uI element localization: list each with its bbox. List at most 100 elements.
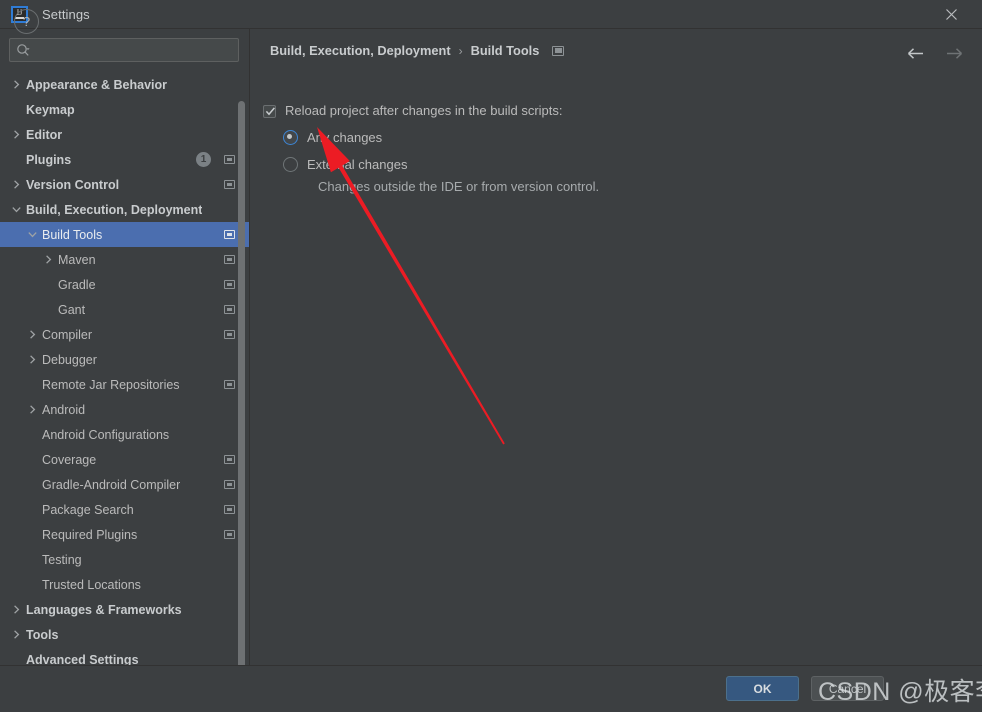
chevron-right-icon[interactable] (10, 178, 23, 191)
sidebar-item-label: Appearance & Behavior (26, 77, 168, 92)
arrow-right-icon[interactable] (942, 42, 966, 64)
chevron-down-icon[interactable] (10, 203, 23, 216)
sidebar-item-label: Android Configurations (42, 427, 170, 442)
sidebar-item-package-search[interactable]: Package Search (0, 497, 249, 522)
sidebar-item-label: Build, Execution, Deployment (26, 202, 203, 217)
sidebar-item-label: Advanced Settings (26, 652, 139, 666)
sidebar-item-compiler[interactable]: Compiler (0, 322, 249, 347)
tree-arrow-placeholder (26, 428, 39, 441)
tree-arrow-placeholder (10, 653, 23, 665)
sidebar-item-android-configurations[interactable]: Android Configurations (0, 422, 249, 447)
sidebar-item-testing[interactable]: Testing (0, 547, 249, 572)
tree-arrow-placeholder (26, 478, 39, 491)
sidebar-item-tools[interactable]: Tools (0, 622, 249, 647)
sidebar-scrollbar-thumb[interactable] (238, 101, 245, 665)
any-changes-radio[interactable] (283, 130, 298, 145)
any-changes-label: Any changes (307, 130, 383, 145)
sidebar-item-gradle-android-compiler[interactable]: Gradle-Android Compiler (0, 472, 249, 497)
sidebar-item-label: Trusted Locations (42, 577, 141, 592)
radio-row-external-changes[interactable]: External changes (283, 157, 972, 172)
reload-project-checkbox-row[interactable]: Reload project after changes in the buil… (263, 103, 972, 118)
sidebar-item-label: Required Plugins (42, 527, 138, 542)
search-icon (16, 43, 31, 58)
breadcrumb: Build, Execution, Deployment › Build Too… (270, 43, 565, 58)
sidebar-item-version-control[interactable]: Version Control (0, 172, 249, 197)
sidebar-item-remote-jar-repositories[interactable]: Remote Jar Repositories (0, 372, 249, 397)
project-settings-icon (224, 505, 235, 514)
project-settings-icon (224, 230, 235, 239)
tree-arrow-placeholder (26, 553, 39, 566)
external-changes-radio[interactable] (283, 157, 298, 172)
breadcrumb-separator-icon: › (458, 43, 463, 58)
csdn-watermark: CSDN @极客李华 (818, 678, 982, 706)
chevron-right-icon[interactable] (10, 128, 23, 141)
sidebar-item-label: Testing (42, 552, 82, 567)
sidebar-item-plugins[interactable]: Plugins 1 (0, 147, 249, 172)
sidebar-item-label: Languages & Frameworks (26, 602, 182, 617)
sidebar-item-maven[interactable]: Maven (0, 247, 249, 272)
help-button[interactable]: ? (14, 9, 39, 34)
sidebar-item-languages-frameworks[interactable]: Languages & Frameworks (0, 597, 249, 622)
sidebar-item-required-plugins[interactable]: Required Plugins (0, 522, 249, 547)
sidebar-item-advanced-settings[interactable]: Advanced Settings (0, 647, 249, 666)
sidebar-item-label: Gradle (58, 277, 96, 292)
tree-arrow-placeholder (26, 578, 39, 591)
sidebar-item-label: Editor (26, 127, 63, 142)
sidebar-item-label: Tools (26, 627, 59, 642)
sidebar-item-label: Version Control (26, 177, 120, 192)
sidebar-item-badge: 1 (196, 152, 211, 167)
radio-row-any-changes[interactable]: Any changes (283, 130, 972, 145)
project-settings-icon (224, 155, 235, 164)
project-settings-icon (224, 330, 235, 339)
project-settings-icon (224, 530, 235, 539)
project-settings-icon (224, 180, 235, 189)
sidebar-item-build-execution-deployment[interactable]: Build, Execution, Deployment (0, 197, 249, 222)
sidebar-item-label: Remote Jar Repositories (42, 377, 180, 392)
sidebar-item-android[interactable]: Android (0, 397, 249, 422)
sidebar-item-coverage[interactable]: Coverage (0, 447, 249, 472)
search-container (0, 29, 249, 62)
arrow-left-icon[interactable] (904, 42, 928, 64)
window-title-bar: IJ Settings (0, 0, 982, 29)
chevron-right-icon[interactable] (26, 328, 39, 341)
sidebar-item-label: Plugins (26, 152, 72, 167)
chevron-right-icon[interactable] (42, 253, 55, 266)
sidebar-item-gradle[interactable]: Gradle (0, 272, 249, 297)
chevron-right-icon[interactable] (10, 603, 23, 616)
chevron-right-icon[interactable] (26, 353, 39, 366)
breadcrumb-root[interactable]: Build, Execution, Deployment (270, 43, 451, 58)
sidebar-item-label: Coverage (42, 452, 97, 467)
project-settings-icon (552, 45, 565, 56)
sidebar-item-keymap[interactable]: Keymap (0, 97, 249, 122)
tree-arrow-placeholder (26, 453, 39, 466)
sidebar-item-gant[interactable]: Gant (0, 297, 249, 322)
sidebar-item-debugger[interactable]: Debugger (0, 347, 249, 372)
sidebar-item-build-tools[interactable]: Build Tools (0, 222, 249, 247)
settings-content-panel: Build, Execution, Deployment › Build Too… (251, 29, 982, 665)
tree-arrow-placeholder (42, 278, 55, 291)
chevron-down-icon[interactable] (26, 228, 39, 241)
sidebar-item-appearance-behavior[interactable]: Appearance & Behavior (0, 72, 249, 97)
project-settings-icon (224, 480, 235, 489)
sidebar-item-label: Package Search (42, 502, 134, 517)
search-input[interactable] (34, 43, 232, 57)
close-icon[interactable] (930, 0, 972, 28)
sidebar-item-trusted-locations[interactable]: Trusted Locations (0, 572, 249, 597)
sidebar-item-label: Compiler (42, 327, 93, 342)
chevron-right-icon[interactable] (10, 78, 23, 91)
sidebar-item-editor[interactable]: Editor (0, 122, 249, 147)
sidebar-item-label: Gant (58, 302, 86, 317)
reload-project-checkbox[interactable] (263, 105, 276, 118)
sidebar-item-label: Maven (58, 252, 96, 267)
ok-button[interactable]: OK (726, 676, 799, 701)
window-title: Settings (42, 6, 90, 22)
search-box[interactable] (9, 38, 239, 62)
settings-tree: Appearance & Behavior Keymap Editor Plugins… (0, 69, 249, 665)
chevron-right-icon[interactable] (10, 628, 23, 641)
sidebar-item-label: Keymap (26, 102, 75, 117)
project-settings-icon (224, 380, 235, 389)
breadcrumb-leaf: Build Tools (470, 43, 540, 58)
chevron-right-icon[interactable] (26, 403, 39, 416)
reload-project-label: Reload project after changes in the buil… (285, 103, 563, 118)
sidebar-scrollbar-track[interactable] (237, 69, 246, 665)
